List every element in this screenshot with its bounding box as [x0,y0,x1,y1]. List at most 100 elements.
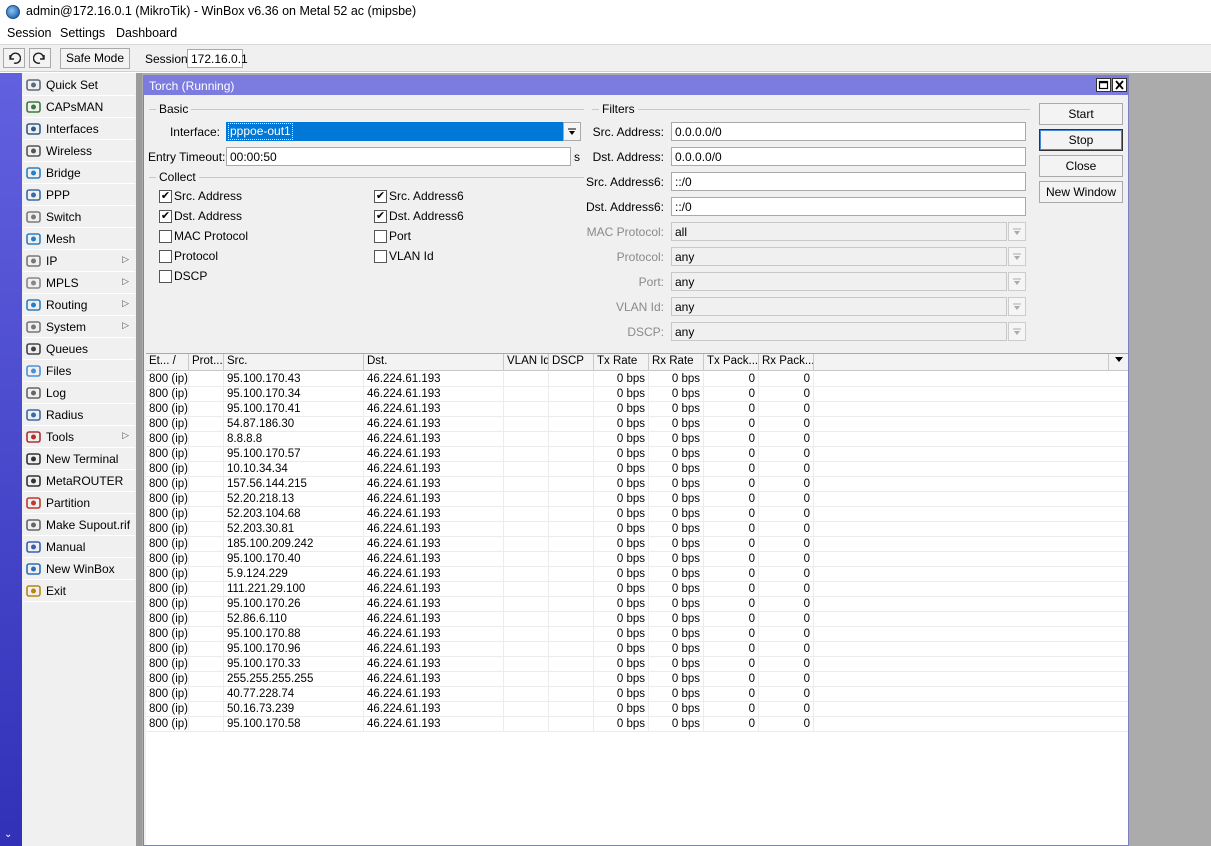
interface-dropdown-button[interactable] [563,122,581,141]
queues-icon [26,342,41,356]
sidebar-item-bridge[interactable]: Bridge [23,163,135,184]
table-row[interactable]: 800 (ip) 8.8.8.8 46.224.61.193 0 bps 0 bps 0 0 [146,432,1128,447]
table-cell: 0 [759,612,814,627]
filter-field-dst-address[interactable]: 0.0.0.0/0 [671,147,1026,166]
sidebar-item-system[interactable]: System ▷ [23,317,135,338]
sidebar-item-ip[interactable]: IP ▷ [23,251,135,272]
sidebar-item-quick-set[interactable]: Quick Set [23,75,135,96]
sidebar-item-log[interactable]: Log [23,383,135,404]
table-cell: 46.224.61.193 [364,522,504,537]
checkbox-dst-address[interactable]: ✔ [159,210,172,223]
column-header-dscp[interactable]: DSCP [549,354,594,371]
undo-button[interactable] [3,48,25,68]
table-row[interactable]: 800 (ip) 54.87.186.30 46.224.61.193 0 bps 0 … [146,417,1128,432]
interface-select[interactable]: pppoe-out1 [226,122,563,141]
sidebar-item-interfaces[interactable]: Interfaces [23,119,135,140]
column-header-prot[interactable]: Prot... [189,354,224,371]
table-row[interactable]: 800 (ip) 50.16.73.239 46.224.61.193 0 bps 0 … [146,702,1128,717]
checkbox-label: VLAN Id [389,249,434,263]
column-header-rx-rate[interactable]: Rx Rate [649,354,704,371]
column-menu-button[interactable] [1108,354,1128,371]
table-cell [549,507,594,522]
stop-button[interactable]: Stop [1039,129,1123,151]
sidebar-item-make-supout-rif[interactable]: Make Supout.rif [23,515,135,536]
filter-field-dst-address6[interactable]: ::/0 [671,197,1026,216]
entry-timeout-field[interactable]: 00:00:50 [226,147,571,166]
redo-button[interactable] [29,48,51,68]
workspace-splitter[interactable] [136,73,142,846]
filter-field-src-address[interactable]: 0.0.0.0/0 [671,122,1026,141]
table-row[interactable]: 800 (ip) 52.203.104.68 46.224.61.193 0 bps 0… [146,507,1128,522]
checkbox-port[interactable] [374,230,387,243]
sidebar-item-new-terminal[interactable]: New Terminal [23,449,135,470]
sidebar-brand-strip [0,73,22,846]
table-row[interactable]: 800 (ip) 95.100.170.33 46.224.61.193 0 bps 0… [146,657,1128,672]
sidebar-item-manual[interactable]: Manual [23,537,135,558]
sidebar-item-tools[interactable]: Tools ▷ [23,427,135,448]
table-cell: 0 [704,432,759,447]
checkbox-label: Protocol [174,249,219,263]
table-row[interactable]: 800 (ip) 255.255.255.255 46.224.61.193 0 bp… [146,672,1128,687]
table-row[interactable]: 800 (ip) 95.100.170.57 46.224.61.193 0 bps 0… [146,447,1128,462]
table-row[interactable]: 800 (ip) 95.100.170.34 46.224.61.193 0 bps 0… [146,387,1128,402]
sidebar-item-mpls[interactable]: MPLS ▷ [23,273,135,294]
sidebar-item-routing[interactable]: Routing ▷ [23,295,135,316]
menu-settings[interactable]: Settings [60,26,105,40]
filter-field-src-address6[interactable]: ::/0 [671,172,1026,191]
table-row[interactable]: 800 (ip) 40.77.228.74 46.224.61.193 0 bps 0 … [146,687,1128,702]
table-cell: 0 bps [649,372,704,387]
table-row[interactable]: 800 (ip) 5.9.124.229 46.224.61.193 0 bps 0 b… [146,567,1128,582]
column-header-dst[interactable]: Dst. [364,354,504,371]
menu-dashboard[interactable]: Dashboard [116,26,177,40]
table-row[interactable]: 800 (ip) 52.203.30.81 46.224.61.193 0 bps 0 … [146,522,1128,537]
table-row[interactable]: 800 (ip) 95.100.170.96 46.224.61.193 0 bps 0… [146,642,1128,657]
table-row[interactable]: 800 (ip) 95.100.170.26 46.224.61.193 0 bps 0… [146,597,1128,612]
table-row[interactable]: 800 (ip) 52.20.218.13 46.224.61.193 0 bps 0 … [146,492,1128,507]
table-row[interactable]: 800 (ip) 95.100.170.40 46.224.61.193 0 bps 0… [146,552,1128,567]
safe-mode-button[interactable]: Safe Mode [60,48,130,69]
maximize-button[interactable] [1096,78,1111,92]
column-header-src[interactable]: Src. [224,354,364,371]
checkbox-src-address6[interactable]: ✔ [374,190,387,203]
column-header-tx-pack[interactable]: Tx Pack... [704,354,759,371]
sidebar-item-partition[interactable]: Partition [23,493,135,514]
sidebar-item-mesh[interactable]: Mesh [23,229,135,250]
table-row[interactable]: 800 (ip) 95.100.170.43 46.224.61.193 0 bps 0… [146,372,1128,387]
close-button[interactable]: Close [1039,155,1123,177]
checkbox-protocol[interactable] [159,250,172,263]
sidebar-item-capsman[interactable]: CAPsMAN [23,97,135,118]
close-window-button[interactable] [1112,78,1127,92]
checkbox-dst-address6[interactable]: ✔ [374,210,387,223]
start-button[interactable]: Start [1039,103,1123,125]
sidebar-item-new-winbox[interactable]: New WinBox [23,559,135,580]
column-header-et[interactable]: Et... / [146,354,189,371]
checkbox-mac-protocol[interactable] [159,230,172,243]
sidebar-item-queues[interactable]: Queues [23,339,135,360]
sidebar-item-wireless[interactable]: Wireless [23,141,135,162]
table-row[interactable]: 800 (ip) 185.100.209.242 46.224.61.193 0 bp… [146,537,1128,552]
table-row[interactable]: 800 (ip) 95.100.170.88 46.224.61.193 0 bps 0… [146,627,1128,642]
sidebar-item-switch[interactable]: Switch [23,207,135,228]
column-header-vlan-id[interactable]: VLAN Id [504,354,549,371]
table-cell: 800 (ip) [146,612,189,627]
table-row[interactable]: 800 (ip) 157.56.144.215 46.224.61.193 0 bps… [146,477,1128,492]
sidebar-item-ppp[interactable]: PPP [23,185,135,206]
torch-title-bar[interactable]: Torch (Running) [144,76,1128,95]
session-field[interactable]: 172.16.0.1 [187,49,248,68]
sidebar-item-files[interactable]: Files [23,361,135,382]
table-row[interactable]: 800 (ip) 111.221.29.100 46.224.61.193 0 bps… [146,582,1128,597]
column-header-rx-pack[interactable]: Rx Pack... [759,354,814,371]
sidebar-item-metarouter[interactable]: MetaROUTER [23,471,135,492]
sidebar-item-exit[interactable]: Exit [23,581,135,602]
checkbox-vlan-id[interactable] [374,250,387,263]
table-row[interactable]: 800 (ip) 52.86.6.110 46.224.61.193 0 bps 0 b… [146,612,1128,627]
table-row[interactable]: 800 (ip) 95.100.170.58 46.224.61.193 0 bps 0… [146,717,1128,732]
table-row[interactable]: 800 (ip) 10.10.34.34 46.224.61.193 0 bps 0 b… [146,462,1128,477]
checkbox-src-address[interactable]: ✔ [159,190,172,203]
sidebar-item-radius[interactable]: Radius [23,405,135,426]
checkbox-dscp[interactable] [159,270,172,283]
menu-session[interactable]: Session [7,26,51,40]
new-window-button[interactable]: New Window [1039,181,1123,203]
column-header-tx-rate[interactable]: Tx Rate [594,354,649,371]
table-row[interactable]: 800 (ip) 95.100.170.41 46.224.61.193 0 bps 0… [146,402,1128,417]
